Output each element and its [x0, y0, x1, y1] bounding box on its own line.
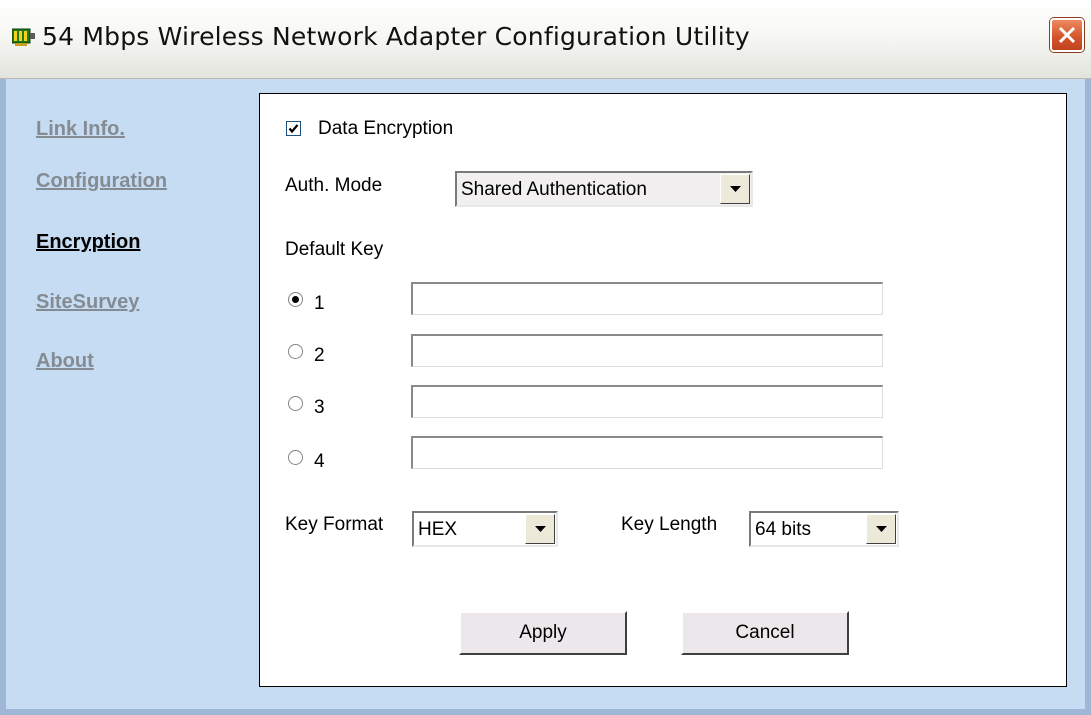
close-button[interactable] [1050, 18, 1084, 52]
nav-encryption[interactable]: Encryption [36, 231, 140, 254]
data-encryption-label: Data Encryption [318, 118, 454, 139]
title-bar[interactable]: 54 Mbps Wireless Network Adapter Configu… [0, 0, 1091, 79]
key-format-select[interactable]: HEX [412, 511, 558, 547]
key4-radio[interactable] [288, 450, 303, 465]
key3-radio[interactable] [288, 396, 303, 411]
window-frame-right [1085, 79, 1091, 715]
window-title: 54 Mbps Wireless Network Adapter Configu… [42, 22, 750, 51]
auth-mode-label: Auth. Mode [285, 175, 383, 196]
key-length-value: 64 bits [755, 519, 811, 540]
window-frame-left [0, 79, 6, 715]
network-adapter-icon [12, 28, 35, 46]
key3-input[interactable] [411, 385, 883, 418]
key4-input[interactable] [411, 436, 883, 469]
radio-selected-dot [292, 296, 299, 303]
nav-sitesurvey[interactable]: SiteSurvey [36, 291, 139, 314]
default-key-label: Default Key [285, 239, 384, 260]
chevron-down-icon [876, 526, 887, 532]
key-length-label: Key Length [621, 514, 718, 535]
encryption-panel: Data Encryption Auth. Mode Shared Authen… [259, 93, 1067, 687]
key-length-select[interactable]: 64 bits [749, 511, 899, 547]
nav-link-info[interactable]: Link Info. [36, 118, 125, 141]
key-format-label: Key Format [285, 514, 384, 535]
data-encryption-checkbox[interactable] [286, 121, 301, 136]
key-length-dropdown-button[interactable] [866, 514, 896, 544]
auth-mode-value: Shared Authentication [461, 179, 647, 200]
auth-mode-dropdown-button[interactable] [720, 174, 750, 204]
key1-input[interactable] [411, 282, 883, 315]
chevron-down-icon [730, 186, 741, 192]
key2-radio[interactable] [288, 344, 303, 359]
nav-configuration[interactable]: Configuration [36, 170, 167, 193]
auth-mode-select[interactable]: Shared Authentication [455, 171, 753, 207]
key1-label: 1 [314, 293, 325, 314]
key1-radio[interactable] [288, 292, 303, 307]
close-x-icon [1058, 26, 1076, 44]
key2-input[interactable] [411, 334, 883, 367]
nav-about[interactable]: About [36, 350, 94, 373]
key-format-value: HEX [418, 519, 458, 540]
key-format-dropdown-button[interactable] [525, 514, 555, 544]
cancel-button[interactable]: Cancel [681, 611, 849, 655]
app-window: 54 Mbps Wireless Network Adapter Configu… [0, 0, 1091, 715]
window-frame-bottom [0, 709, 1091, 715]
key3-label: 3 [314, 397, 325, 418]
checkmark-icon [288, 124, 299, 134]
chevron-down-icon [535, 526, 546, 532]
key2-label: 2 [314, 345, 325, 366]
apply-button[interactable]: Apply [459, 611, 627, 655]
key4-label: 4 [314, 451, 325, 472]
